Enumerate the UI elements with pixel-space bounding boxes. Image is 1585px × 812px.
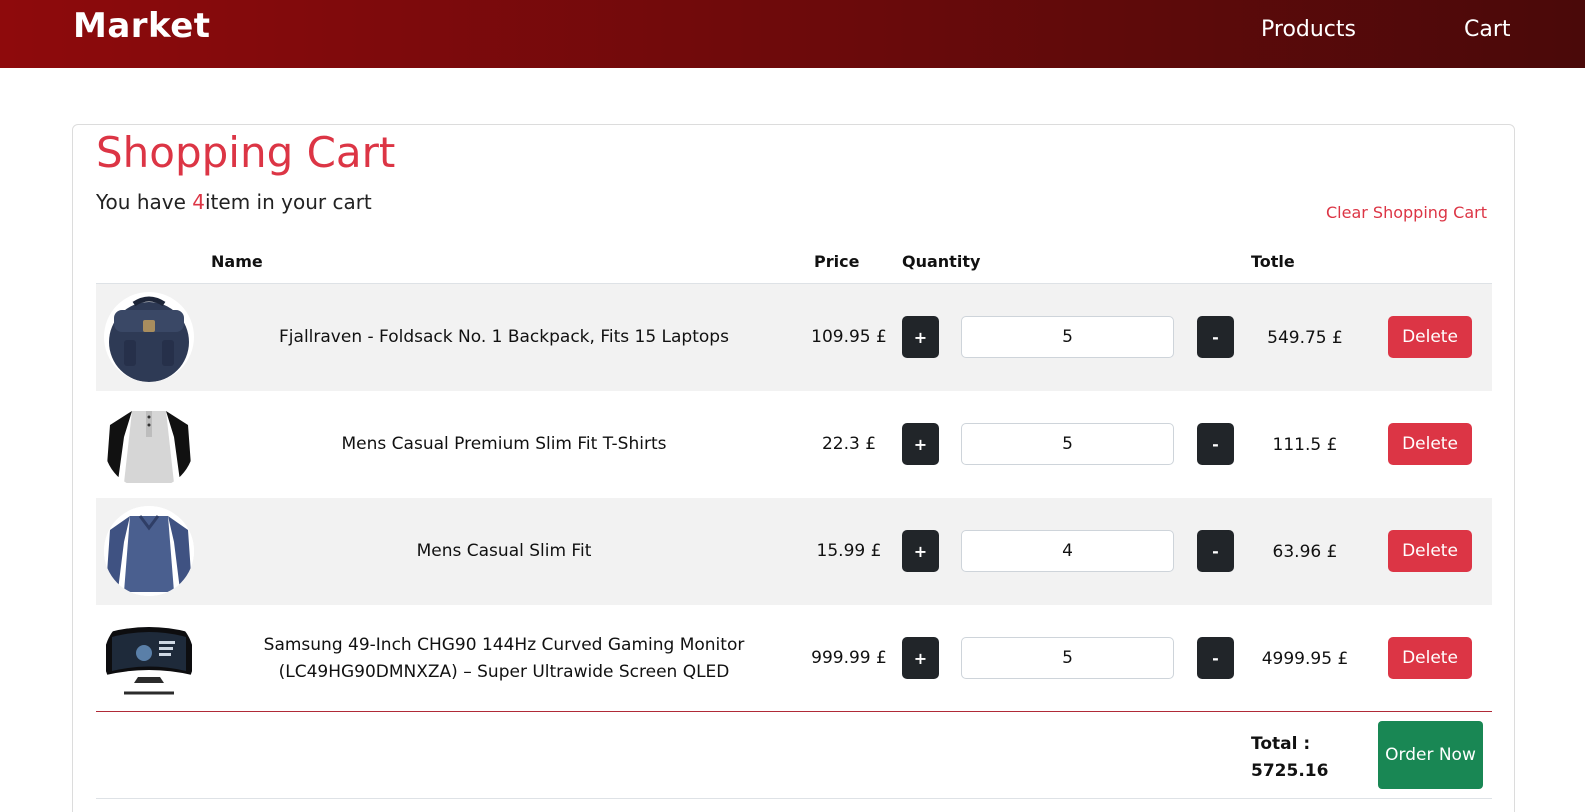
backpack-image bbox=[104, 292, 194, 382]
column-header-price: Price bbox=[814, 252, 860, 271]
row-total: 549.75 £ bbox=[1267, 327, 1343, 348]
cart-summary: You have 4item in your cart bbox=[96, 190, 372, 214]
table-row: Mens Casual Premium Slim Fit T-Shirts 22… bbox=[96, 391, 1492, 498]
product-name: Fjallraven - Foldsack No. 1 Backpack, Fi… bbox=[279, 327, 729, 347]
footer-divider bbox=[96, 711, 1492, 712]
row-total: 111.5 £ bbox=[1272, 434, 1338, 455]
product-name: Mens Casual Premium Slim Fit T-Shirts bbox=[341, 434, 667, 454]
order-now-button[interactable]: Order Now bbox=[1378, 721, 1483, 789]
row-total: 4999.95 £ bbox=[1261, 648, 1349, 669]
page-title: Shopping Cart bbox=[96, 128, 396, 177]
cart-summary-suffix: item in your cart bbox=[205, 190, 372, 214]
increase-quantity-button[interactable]: + bbox=[902, 637, 939, 679]
quantity-input[interactable] bbox=[961, 637, 1174, 679]
product-price: 22.3 £ bbox=[821, 434, 877, 454]
decrease-quantity-button[interactable]: - bbox=[1197, 637, 1234, 679]
cart-total-label: Total : bbox=[1251, 734, 1311, 754]
decrease-quantity-button[interactable]: - bbox=[1197, 316, 1234, 358]
decrease-quantity-button[interactable]: - bbox=[1197, 423, 1234, 465]
product-price: 109.95 £ bbox=[811, 327, 887, 347]
column-header-total: Totle bbox=[1251, 252, 1295, 271]
cart-item-count: 4 bbox=[192, 190, 205, 214]
tshirt-image bbox=[104, 399, 194, 489]
navbar: Market Products Cart bbox=[0, 0, 1585, 68]
product-price: 15.99 £ bbox=[816, 541, 882, 561]
table-row: Fjallraven - Foldsack No. 1 Backpack, Fi… bbox=[96, 284, 1492, 391]
longsleeve-image bbox=[104, 506, 194, 596]
increase-quantity-button[interactable]: + bbox=[902, 530, 939, 572]
increase-quantity-button[interactable]: + bbox=[902, 316, 939, 358]
column-header-quantity: Quantity bbox=[902, 252, 981, 271]
quantity-input[interactable] bbox=[961, 423, 1174, 465]
row-total: 63.96 £ bbox=[1272, 541, 1338, 562]
delete-button[interactable]: Delete bbox=[1388, 637, 1472, 679]
nav-link-cart[interactable]: Cart bbox=[1464, 17, 1511, 42]
clear-cart-link[interactable]: Clear Shopping Cart bbox=[1326, 203, 1487, 222]
brand-logo[interactable]: Market bbox=[73, 6, 211, 46]
quantity-input[interactable] bbox=[961, 530, 1174, 572]
delete-button[interactable]: Delete bbox=[1388, 316, 1472, 358]
delete-button[interactable]: Delete bbox=[1388, 423, 1472, 465]
monitor-image bbox=[104, 613, 194, 703]
product-price: 999.99 £ bbox=[811, 648, 887, 668]
table-row: Samsung 49-Inch CHG90 144Hz Curved Gamin… bbox=[96, 605, 1492, 712]
product-name: Samsung 49-Inch CHG90 144Hz Curved Gamin… bbox=[263, 634, 745, 682]
decrease-quantity-button[interactable]: - bbox=[1197, 530, 1234, 572]
quantity-input[interactable] bbox=[961, 316, 1174, 358]
column-header-name: Name bbox=[211, 252, 263, 271]
table-row: Mens Casual Slim Fit 15.99 £ + - 63.96 £… bbox=[96, 498, 1492, 605]
product-name: Mens Casual Slim Fit bbox=[416, 541, 592, 561]
nav-link-products[interactable]: Products bbox=[1261, 17, 1356, 42]
delete-button[interactable]: Delete bbox=[1388, 530, 1472, 572]
bottom-divider bbox=[96, 798, 1492, 799]
cart-total: Total : 5725.16 bbox=[1251, 731, 1328, 785]
cart-total-value: 5725.16 bbox=[1251, 761, 1329, 781]
cart-summary-prefix: You have bbox=[96, 190, 193, 214]
increase-quantity-button[interactable]: + bbox=[902, 423, 939, 465]
